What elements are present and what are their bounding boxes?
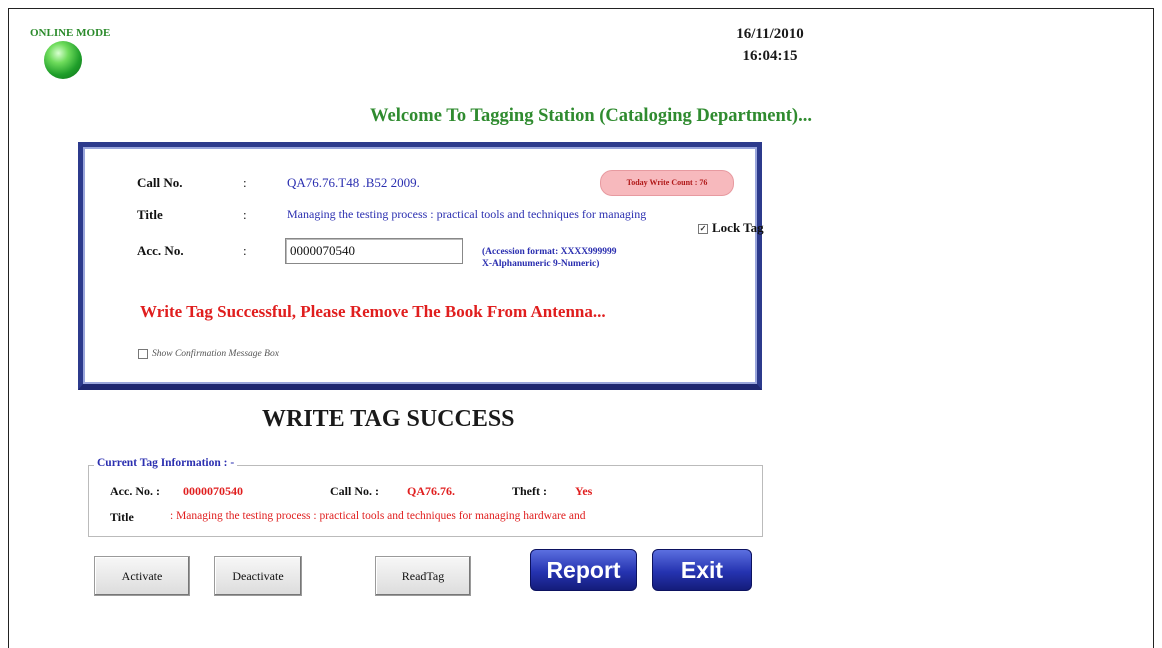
- info-title-value: : Managing the testing process : practic…: [170, 510, 586, 522]
- tag-info-legend: Current Tag Information : -: [94, 457, 238, 469]
- title-label: Title: [137, 207, 163, 222]
- current-tag-info-box: [88, 465, 763, 537]
- write-count-badge: Today Write Count : 76: [600, 170, 734, 196]
- write-status-message: Write Tag Successful, Please Remove The …: [140, 302, 606, 321]
- info-acc-value: 0000070540: [183, 484, 243, 498]
- accession-format-hint: (Accession format: XXXX999999 X-Alphanum…: [482, 246, 617, 270]
- info-acc-label: Acc. No. :: [110, 484, 160, 498]
- info-call-label: Call No. :: [330, 484, 379, 498]
- format-hint-line2: X-Alphanumeric 9-Numeric): [482, 259, 600, 269]
- accno-colon: :: [243, 243, 247, 258]
- accno-label: Acc. No.: [137, 243, 184, 258]
- lock-tag-checkbox[interactable]: ✓ Lock Tag: [698, 220, 764, 236]
- confirmation-label: Show Confirmation Message Box: [152, 349, 279, 360]
- write-result-heading: WRITE TAG SUCCESS: [262, 406, 515, 432]
- title-value: Managing the testing process : practical…: [287, 207, 647, 221]
- exit-button[interactable]: Exit: [652, 549, 752, 591]
- callno-label: Call No.: [137, 175, 183, 190]
- info-title-label: Title: [110, 510, 134, 524]
- accession-number-input[interactable]: [285, 238, 463, 264]
- callno-colon: :: [243, 175, 247, 190]
- online-status-indicator-icon: [44, 41, 82, 79]
- current-time: 16:04:15: [742, 48, 798, 64]
- callno-value: QA76.76.T48 .B52 2009.: [287, 175, 420, 190]
- lock-tag-check-icon: ✓: [698, 224, 708, 235]
- online-mode-label: ONLINE MODE: [30, 27, 111, 39]
- confirmation-checkbox[interactable]: Show Confirmation Message Box: [138, 349, 279, 359]
- activate-button[interactable]: Activate: [94, 556, 190, 596]
- info-theft-value: Yes: [575, 484, 593, 498]
- title-colon: :: [243, 207, 247, 222]
- welcome-heading: Welcome To Tagging Station (Cataloging D…: [370, 106, 812, 126]
- lock-tag-label: Lock Tag: [712, 220, 764, 235]
- format-hint-line1: (Accession format: XXXX999999: [482, 247, 617, 257]
- current-date: 16/11/2010: [736, 26, 804, 42]
- info-theft-label: Theft :: [512, 484, 547, 498]
- deactivate-button[interactable]: Deactivate: [214, 556, 302, 596]
- report-button[interactable]: Report: [530, 549, 637, 591]
- confirmation-check-icon: [138, 349, 148, 359]
- readtag-button[interactable]: ReadTag: [375, 556, 471, 596]
- info-call-value: QA76.76.: [407, 484, 455, 498]
